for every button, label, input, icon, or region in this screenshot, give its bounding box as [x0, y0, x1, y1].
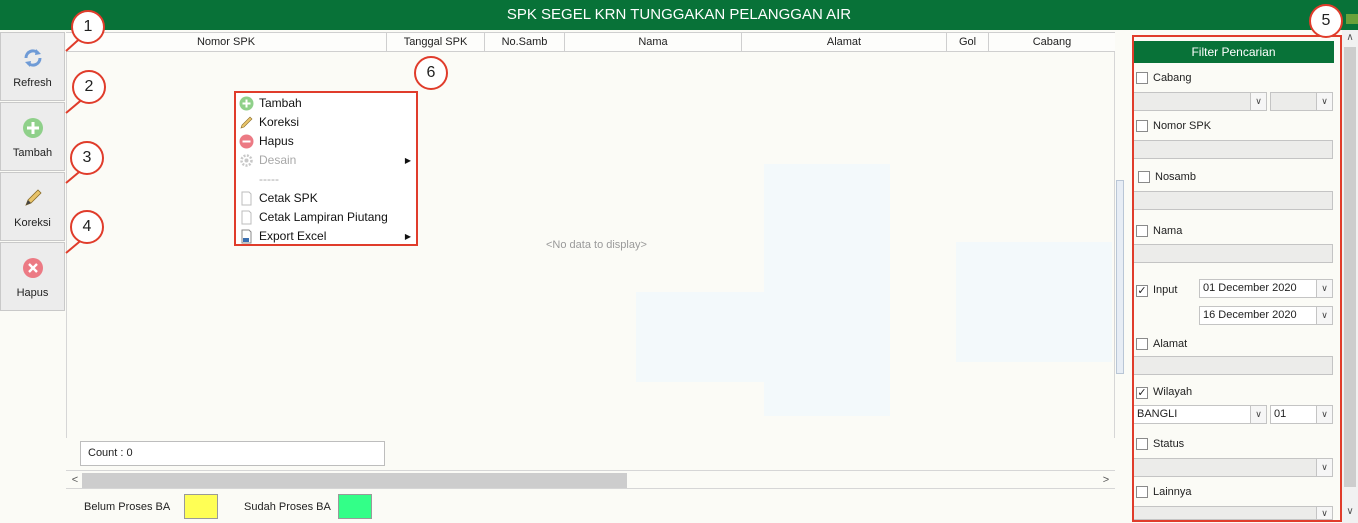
add-label: Tambah — [12, 147, 53, 159]
window-title-bar: SPK SEGEL KRN TUNGGAKAN PELANGGAN AIR — [0, 0, 1358, 30]
refresh-icon — [24, 49, 42, 67]
menu-item-tambah[interactable]: Tambah — [236, 94, 416, 113]
column-header-alamat[interactable]: Alamat — [742, 33, 947, 52]
context-menu: Tambah Koreksi Hapus Desain ▶ ----- Ceta… — [234, 91, 418, 246]
menu-item-label: Cetak SPK — [259, 191, 318, 205]
minus-icon — [239, 134, 254, 149]
scroll-up-icon[interactable]: ∧ — [1342, 32, 1358, 43]
add-button[interactable]: Tambah — [0, 102, 65, 171]
callout-badge: 1 — [71, 10, 105, 44]
vertical-scroll-thumb[interactable] — [1344, 47, 1356, 487]
menu-item-label: Koreksi — [259, 115, 300, 129]
legend-swatch-belum — [184, 494, 218, 519]
column-header-nomor-spk[interactable]: Nomor SPK — [66, 33, 387, 52]
menu-item-desain[interactable]: Desain ▶ — [236, 151, 416, 170]
left-toolbar: Refresh Tambah Koreksi Hapus — [0, 30, 66, 523]
delete-icon — [23, 258, 43, 278]
menu-item-label: Export Excel — [259, 229, 327, 243]
delete-label: Hapus — [16, 287, 49, 299]
document-icon — [241, 210, 252, 225]
callout-badge: 5 — [1309, 4, 1343, 38]
plus-icon — [23, 118, 43, 138]
document-icon — [241, 191, 252, 206]
gear-icon — [240, 154, 253, 167]
filter-highlight-box — [1132, 35, 1342, 522]
scroll-left-icon[interactable]: < — [68, 472, 82, 488]
pencil-icon — [25, 189, 42, 206]
plus-icon — [239, 96, 254, 111]
column-header-nama[interactable]: Nama — [565, 33, 742, 52]
menu-item-label: Tambah — [259, 96, 302, 110]
menu-item-label: Hapus — [259, 134, 294, 148]
app-window: SPK SEGEL KRN TUNGGAKAN PELANGGAN AIR Re… — [0, 0, 1358, 523]
pencil-icon — [240, 116, 253, 129]
window-title: SPK SEGEL KRN TUNGGAKAN PELANGGAN AIR — [506, 6, 852, 23]
menu-item-label: Desain — [259, 153, 297, 167]
horizontal-scroll-thumb[interactable] — [82, 473, 627, 488]
scroll-right-icon[interactable]: > — [1099, 472, 1113, 488]
horizontal-scrollbar[interactable]: < > — [66, 470, 1115, 488]
menu-item-koreksi[interactable]: Koreksi — [236, 113, 416, 132]
menu-separator: ----- — [236, 170, 416, 189]
refresh-label: Refresh — [13, 77, 52, 89]
legend-label-sudah: Sudah Proses BA — [244, 501, 331, 513]
vertical-scrollbar[interactable]: ∧ ∨ — [1342, 30, 1358, 523]
submenu-arrow-icon: ▶ — [404, 156, 411, 165]
record-count: Count : 0 — [80, 441, 385, 466]
submenu-arrow-icon: ▶ — [404, 232, 411, 241]
column-header-cabang[interactable]: Cabang — [989, 33, 1115, 52]
column-header-gol[interactable]: Gol — [947, 33, 989, 52]
status-legend: Belum Proses BA Sudah Proses BA — [66, 488, 1115, 523]
menu-separator-label: ----- — [259, 172, 279, 186]
callout-badge: 4 — [70, 210, 104, 244]
title-bar-corner — [1346, 14, 1358, 24]
refresh-button[interactable]: Refresh — [0, 32, 65, 101]
callout-badge: 2 — [72, 70, 106, 104]
panel-splitter[interactable] — [1116, 180, 1124, 374]
column-header-no-samb[interactable]: No.Samb — [485, 33, 565, 52]
menu-item-export-excel[interactable]: Export Excel ▶ — [236, 227, 416, 246]
edit-button[interactable]: Koreksi — [0, 172, 65, 241]
empty-grid-message: <No data to display> — [546, 239, 647, 251]
callout-badge: 3 — [70, 141, 104, 175]
menu-item-cetak-lampiran-piutang[interactable]: Cetak Lampiran Piutang — [236, 208, 416, 227]
legend-label-belum: Belum Proses BA — [84, 501, 171, 513]
export-excel-icon — [241, 229, 252, 244]
column-header-tanggal-spk[interactable]: Tanggal SPK — [387, 33, 485, 52]
callout-badge: 6 — [414, 56, 448, 90]
delete-button[interactable]: Hapus — [0, 242, 65, 311]
menu-item-hapus[interactable]: Hapus — [236, 132, 416, 151]
edit-label: Koreksi — [14, 217, 51, 229]
menu-item-label: Cetak Lampiran Piutang — [259, 210, 388, 224]
legend-swatch-sudah — [338, 494, 372, 519]
data-grid: Nomor SPK Tanggal SPK No.Samb Nama Alama… — [66, 30, 1116, 523]
menu-item-cetak-spk[interactable]: Cetak SPK — [236, 189, 416, 208]
scroll-down-icon[interactable]: ∨ — [1342, 506, 1358, 517]
grid-header: Nomor SPK Tanggal SPK No.Samb Nama Alama… — [66, 32, 1115, 52]
